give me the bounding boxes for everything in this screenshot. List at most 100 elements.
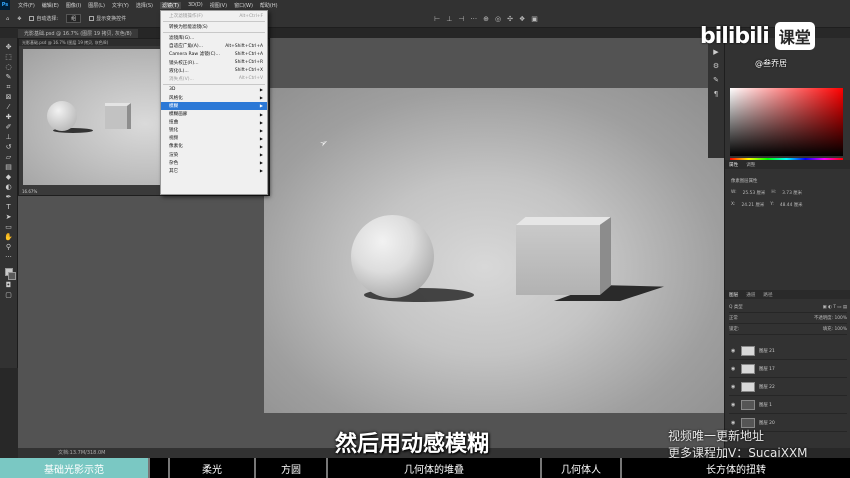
filter-menu-item[interactable]: 风格化 ▶ (161, 94, 267, 102)
filter-menu-item[interactable]: 镜头校正(R)... Shift+Ctrl+R (161, 58, 267, 66)
fill-value[interactable]: 100% (834, 327, 847, 332)
stamp-icon[interactable]: ⊥ (3, 132, 15, 142)
blend-mode-select[interactable]: 正常 (729, 315, 738, 321)
quick-mask-icon[interactable]: ◘ (3, 280, 15, 290)
menu-image[interactable]: 图像(I) (66, 2, 81, 9)
visibility-eye-icon[interactable]: ◉ (731, 384, 737, 390)
menu-type[interactable]: 文字(Y) (112, 2, 129, 9)
blur-icon[interactable]: ◆ (3, 172, 15, 182)
filter-menu-item[interactable]: 杂色 ▶ (161, 159, 267, 167)
document-canvas[interactable] (264, 88, 724, 413)
path-select-icon[interactable]: ➤ (3, 212, 15, 222)
filter-menu-item[interactable]: Camera Raw 滤镜(C)... Shift+Ctrl+A (161, 50, 267, 58)
align-right-icon[interactable]: ⊣ (458, 15, 464, 23)
auto-select-dropdown[interactable]: 组 (66, 14, 82, 23)
filter-icons[interactable]: ▣ ◐ T ▭ ▤ (822, 305, 847, 310)
filter-menu-item[interactable]: 渲染 ▶ (161, 151, 267, 159)
screen-mode-icon[interactable]: ▢ (3, 290, 15, 300)
shape-icon[interactable]: ▭ (3, 222, 15, 232)
layer-row[interactable]: ◉ 图层 17 (729, 360, 847, 378)
3d-mode-icon[interactable]: ⊕ (483, 15, 489, 23)
document-tab[interactable]: 光影基础.psd @ 16.7% (图层 19 拷贝, 灰色/8) (18, 29, 138, 38)
visibility-eye-icon[interactable]: ◉ (731, 420, 737, 426)
menu-3d[interactable]: 3D(D) (188, 2, 203, 8)
filter-menu-item[interactable]: 3D ▶ (161, 86, 267, 94)
menu-window[interactable]: 窗口(W) (234, 2, 253, 9)
quick-select-icon[interactable]: ✎ (3, 72, 15, 82)
dodge-icon[interactable]: ◐ (3, 182, 15, 192)
visibility-eye-icon[interactable]: ◉ (731, 348, 737, 354)
menu-select[interactable]: 选择(S) (136, 2, 153, 9)
chapter-item[interactable]: 基础光影示范 (0, 458, 150, 478)
color-picker-field[interactable] (730, 88, 843, 156)
filter-menu-item[interactable]: 其它 ▶ (161, 167, 267, 175)
chapter-item[interactable]: 柔光 (170, 458, 256, 478)
filter-menu-item[interactable]: 自适应广角(A)... Alt+Shift+Ctrl+A (161, 42, 267, 50)
filter-menu-item[interactable]: 模糊画廊 ▶ (161, 110, 267, 118)
filter-menu-item[interactable]: 滤镜库(G)... (161, 34, 267, 42)
pen-icon[interactable]: ✒ (3, 192, 15, 202)
more-tools-icon[interactable]: ··· (3, 252, 15, 262)
chapter-item[interactable]: 方圆 (256, 458, 328, 478)
tab-paths[interactable]: 路径 (763, 292, 772, 298)
chapter-item[interactable]: 几何体的堆叠 (328, 458, 542, 478)
layer-row[interactable]: ◉ 图层 21 (729, 342, 847, 360)
chapter-item[interactable]: 长方体的扭转 (622, 458, 850, 478)
tab-properties[interactable]: 属性 (729, 162, 738, 168)
layer-row[interactable]: ◉ 图层 22 (729, 378, 847, 396)
opacity-value[interactable]: 100% (834, 316, 847, 321)
filter-menu-item[interactable]: 模糊 ▶ (161, 101, 267, 111)
lasso-icon[interactable]: ◌ (3, 62, 15, 72)
filter-menu-item[interactable]: 上次滤镜操作(F) Alt+Ctrl+F (161, 12, 267, 20)
eraser-icon[interactable]: ▱ (3, 152, 15, 162)
move-icon[interactable]: ✥ (3, 42, 15, 52)
transform-controls-checkbox[interactable]: 显示变换控件 (89, 15, 126, 22)
filter-menu-item[interactable]: 视频 ▶ (161, 134, 267, 142)
width-value[interactable]: 25.53 厘米 (743, 190, 766, 196)
healing-icon[interactable]: ✚ (3, 112, 15, 122)
filter-menu-item[interactable]: 像素化 ▶ (161, 142, 267, 150)
gradient-icon[interactable]: ▤ (3, 162, 15, 172)
menu-layer[interactable]: 图层(L) (88, 2, 105, 9)
tab-layers[interactable]: 图层 (729, 292, 738, 298)
height-value[interactable]: 3.73 厘米 (782, 190, 802, 196)
visibility-eye-icon[interactable]: ◉ (731, 366, 737, 372)
zoom-icon[interactable]: ⚲ (3, 242, 15, 252)
video-icon[interactable]: ▣ (531, 15, 538, 23)
filter-menu-item[interactable]: 扭曲 ▶ (161, 118, 267, 126)
menu-edit[interactable]: 编辑(E) (42, 2, 59, 9)
pan-3d-icon[interactable]: ✣ (507, 15, 513, 23)
filter-menu-item[interactable]: 液化(L)... Shift+Ctrl+X (161, 67, 267, 75)
brush-settings-icon[interactable]: ✎ (713, 76, 719, 84)
x-value[interactable]: 24.21 厘米 (742, 202, 765, 208)
align-left-icon[interactable]: ⊢ (434, 15, 440, 23)
layer-row[interactable]: ◉ 图层 1 (729, 396, 847, 414)
crop-icon[interactable]: ⌗ (3, 82, 15, 92)
hand-icon[interactable]: ✋ (3, 232, 15, 242)
orbit-icon[interactable]: ◎ (495, 15, 501, 23)
align-center-icon[interactable]: ⊥ (446, 15, 452, 23)
menu-help[interactable]: 帮助(H) (260, 2, 278, 9)
auto-select-checkbox[interactable]: 自动选择: (29, 15, 58, 22)
marquee-icon[interactable]: ⬚ (3, 52, 15, 62)
type-icon[interactable]: T (3, 202, 15, 212)
tab-adjustments[interactable]: 调整 (746, 162, 755, 168)
visibility-eye-icon[interactable]: ◉ (731, 402, 737, 408)
filter-menu-item[interactable]: 消失点(V)... Alt+Ctrl+V (161, 75, 267, 83)
filter-menu-item[interactable]: 锐化 ▶ (161, 126, 267, 134)
tab-channels[interactable]: 通道 (746, 292, 755, 298)
eyedropper-icon[interactable]: ⁄ (3, 102, 15, 112)
menu-filter[interactable]: 滤镜(T) (159, 1, 181, 9)
home-icon[interactable]: ⌂ (6, 16, 9, 22)
paragraph-icon[interactable]: ¶ (714, 90, 718, 98)
filter-menu-item[interactable]: 转换为智能滤镜(S) (161, 23, 267, 31)
more-options-icon[interactable]: ··· (470, 15, 477, 23)
move-tool-icon[interactable]: ✥ (17, 16, 21, 22)
menu-file[interactable]: 文件(F) (18, 2, 35, 9)
slide-3d-icon[interactable]: ❖ (519, 15, 525, 23)
background-color-swatch[interactable] (7, 272, 16, 280)
chapter-item[interactable]: 几何体人 (542, 458, 622, 478)
frame-icon[interactable]: ⊠ (3, 92, 15, 102)
layer-kind-filter[interactable]: Q 类型 (729, 304, 743, 310)
history-brush-icon[interactable]: ↺ (3, 142, 15, 152)
